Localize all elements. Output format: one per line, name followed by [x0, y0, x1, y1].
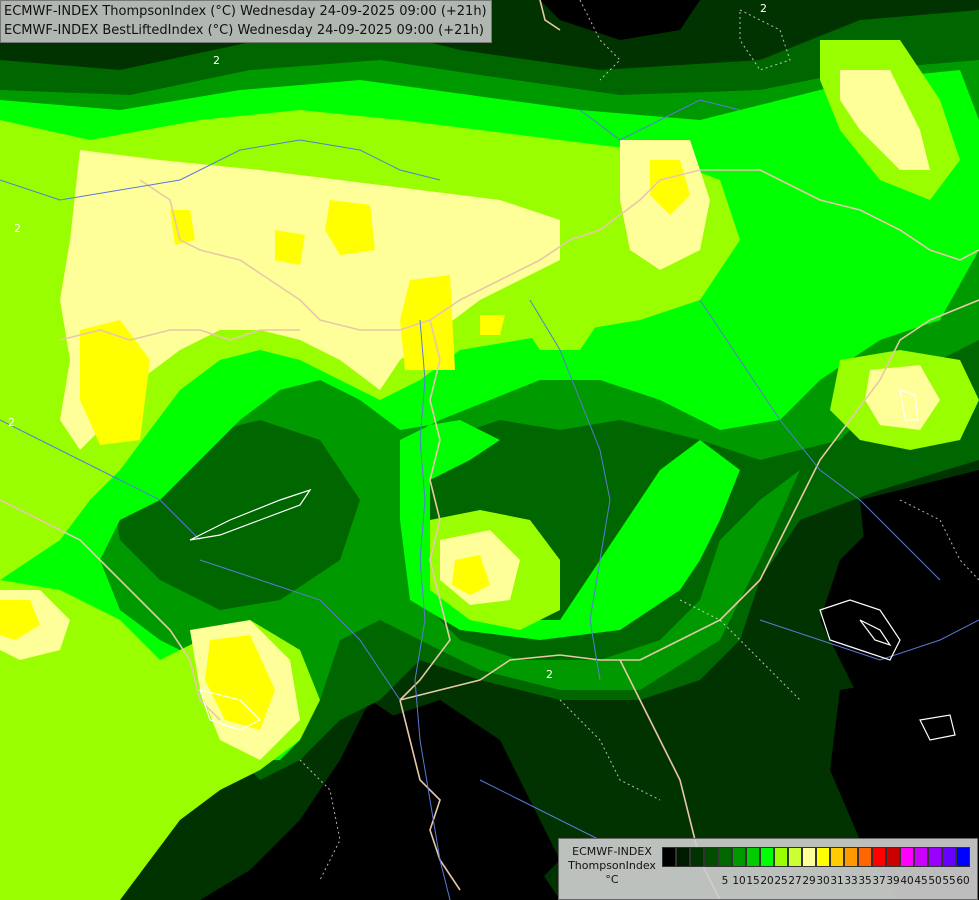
legend-swatch	[816, 847, 830, 867]
legend-tick: 20	[760, 875, 774, 887]
legend-swatch	[942, 847, 956, 867]
legend-swatch	[774, 847, 788, 867]
legend-tick: 15	[746, 875, 760, 887]
weather-map: 2 2 2 2 2 ECMWF-INDEX ThompsonIndex (°C)…	[0, 0, 979, 900]
legend-tick: 40	[900, 875, 914, 887]
legend-tick: 55	[942, 875, 956, 887]
legend-tick: 33	[844, 875, 858, 887]
legend-swatch	[718, 847, 732, 867]
legend-swatch	[690, 847, 704, 867]
field-yellow-9	[275, 230, 305, 265]
legend-tick: 37	[872, 875, 886, 887]
contour-label: 2	[546, 668, 553, 681]
map-title: ECMWF-INDEX ThompsonIndex (°C) Wednesday…	[0, 0, 492, 43]
legend-swatch	[676, 847, 690, 867]
contour-label: 2	[8, 416, 15, 429]
legend-tick: 5	[721, 875, 729, 887]
legend-tick: 10	[732, 875, 746, 887]
legend-tick: 39	[886, 875, 900, 887]
contour-label: 2	[14, 222, 21, 235]
legend-tick: 45	[914, 875, 928, 887]
legend-swatch	[844, 847, 858, 867]
title-line-2: ECMWF-INDEX BestLiftedIndex (°C) Wednesd…	[4, 23, 484, 38]
legend-tick: 60	[956, 875, 970, 887]
color-legend: ECMWF-INDEX ThompsonIndex °C 5 10 15 20 25 27…	[558, 838, 978, 900]
legend-swatch	[956, 847, 970, 867]
legend-swatch	[802, 847, 816, 867]
legend-swatches	[662, 847, 970, 867]
legend-ticks: 5 10 15 20 25 27 29 30 31 33 35 37 39 40 45 50 55 60	[662, 875, 974, 889]
legend-swatch	[760, 847, 774, 867]
legend-tick: 50	[928, 875, 942, 887]
legend-tick: 35	[858, 875, 872, 887]
map-canvas: 2 2 2 2 2	[0, 0, 979, 900]
legend-labels: ECMWF-INDEX ThompsonIndex °C	[563, 845, 661, 887]
legend-unit: °C	[605, 873, 619, 886]
legend-swatch	[746, 847, 760, 867]
legend-swatch	[900, 847, 914, 867]
legend-tick: 29	[802, 875, 816, 887]
contour-label: 2	[760, 2, 767, 15]
legend-tick: 30	[816, 875, 830, 887]
legend-swatch	[872, 847, 886, 867]
legend-swatch	[732, 847, 746, 867]
legend-swatch	[914, 847, 928, 867]
legend-swatch	[788, 847, 802, 867]
contour-label: 2	[213, 54, 220, 67]
legend-swatch	[704, 847, 718, 867]
legend-swatch	[858, 847, 872, 867]
legend-swatch	[830, 847, 844, 867]
legend-variable: ThompsonIndex	[568, 859, 656, 872]
legend-tick: 31	[830, 875, 844, 887]
legend-swatch	[928, 847, 942, 867]
legend-model: ECMWF-INDEX	[572, 845, 652, 858]
field-yellow-3	[400, 275, 455, 370]
legend-swatch	[662, 847, 676, 867]
legend-tick: 27	[788, 875, 802, 887]
legend-swatch	[886, 847, 900, 867]
legend-tick: 25	[774, 875, 788, 887]
title-line-1: ECMWF-INDEX ThompsonIndex (°C) Wednesday…	[4, 4, 487, 19]
